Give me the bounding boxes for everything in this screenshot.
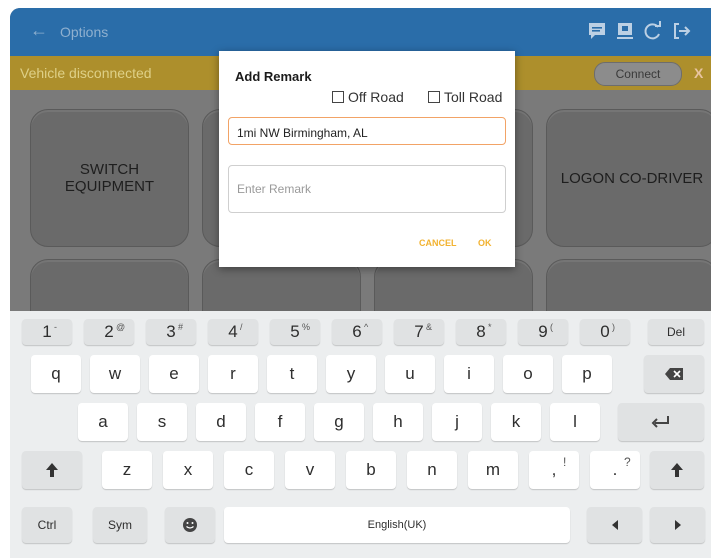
key-0[interactable]: 0) — [580, 319, 630, 345]
key-x[interactable]: x — [163, 451, 213, 489]
on-screen-keyboard: 1- 2 @ 3 # 4/ 5% 6 ^ 7 & 8 * 9( 0) Del q w e … — [10, 311, 711, 558]
backspace-icon — [665, 368, 683, 380]
key-z[interactable]: z — [102, 451, 152, 489]
page-title: Options — [60, 24, 109, 40]
tile-label: LOGON CO-DRIVER — [560, 169, 704, 187]
key-3[interactable]: 3 # — [146, 319, 196, 345]
cursor-left-key[interactable] — [587, 507, 642, 543]
dialog-title: Add Remark — [235, 69, 312, 84]
key-i[interactable]: i — [444, 355, 494, 393]
toll-road-label: Toll Road — [444, 89, 503, 105]
key-d[interactable]: d — [196, 403, 246, 441]
switch-equipment-tile[interactable]: SWITCH EQUIPMENT — [30, 109, 189, 247]
key-c[interactable]: c — [224, 451, 274, 489]
close-bar-button[interactable]: X — [694, 65, 703, 81]
toll-road-checkbox[interactable]: Toll Road — [428, 89, 502, 105]
emoji-key[interactable] — [165, 507, 215, 543]
key-p[interactable]: p — [562, 355, 612, 393]
sym-key[interactable]: Sym — [93, 507, 147, 543]
connect-button[interactable]: Connect — [594, 62, 682, 86]
key-6[interactable]: 6 ^ — [332, 319, 382, 345]
add-remark-dialog: Add Remark Off Road Toll Road 1mi NW Bir… — [219, 51, 515, 267]
key-n[interactable]: n — [407, 451, 457, 489]
key-g[interactable]: g — [314, 403, 364, 441]
device-icon[interactable] — [614, 20, 636, 42]
emoji-icon — [183, 518, 197, 532]
app-bar: ← Options — [10, 8, 711, 56]
key-9[interactable]: 9( — [518, 319, 568, 345]
ok-button[interactable]: OK — [478, 238, 492, 248]
key-w[interactable]: w — [90, 355, 140, 393]
key-j[interactable]: j — [432, 403, 482, 441]
key-8[interactable]: 8 * — [456, 319, 506, 345]
shift-icon — [671, 463, 683, 477]
caret-right-icon — [674, 520, 681, 530]
key-5[interactable]: 5% — [270, 319, 320, 345]
key-q[interactable]: q — [31, 355, 81, 393]
key-y[interactable]: y — [326, 355, 376, 393]
checkbox-icon — [428, 91, 440, 103]
checkbox-icon — [332, 91, 344, 103]
key-period[interactable]: .? — [590, 451, 640, 489]
cursor-right-key[interactable] — [650, 507, 705, 543]
location-input[interactable]: 1mi NW Birmingham, AL — [228, 117, 506, 145]
space-key[interactable]: English(UK) — [224, 507, 570, 543]
key-b[interactable]: b — [346, 451, 396, 489]
key-a[interactable]: a — [78, 403, 128, 441]
key-t[interactable]: t — [267, 355, 317, 393]
ctrl-key[interactable]: Ctrl — [22, 507, 72, 543]
key-7[interactable]: 7 & — [394, 319, 444, 345]
off-road-label: Off Road — [348, 89, 404, 105]
caret-left-icon — [611, 520, 618, 530]
app-frame: ← Options Vehicle disconnected Connect X… — [10, 8, 711, 558]
shift-icon — [46, 463, 58, 477]
tile-label: SWITCH EQUIPMENT — [64, 161, 155, 195]
key-m[interactable]: m — [468, 451, 518, 489]
arrow-left-icon[interactable]: ← — [30, 20, 48, 41]
key-4[interactable]: 4/ — [208, 319, 258, 345]
message-icon[interactable] — [586, 20, 608, 42]
key-f[interactable]: f — [255, 403, 305, 441]
shift-right-key[interactable] — [650, 451, 704, 489]
key-h[interactable]: h — [373, 403, 423, 441]
shift-key[interactable] — [22, 451, 82, 489]
enter-icon — [651, 416, 669, 428]
refresh-icon[interactable] — [642, 20, 664, 42]
key-u[interactable]: u — [385, 355, 435, 393]
cancel-button[interactable]: CANCEL — [419, 238, 457, 248]
vehicle-status-text: Vehicle disconnected — [20, 65, 152, 81]
key-1[interactable]: 1- — [22, 319, 72, 345]
logout-icon[interactable] — [670, 20, 692, 42]
key-l[interactable]: l — [550, 403, 600, 441]
key-2[interactable]: 2 @ — [84, 319, 134, 345]
key-r[interactable]: r — [208, 355, 258, 393]
key-e[interactable]: e — [149, 355, 199, 393]
off-road-checkbox[interactable]: Off Road — [332, 89, 404, 105]
key-s[interactable]: s — [137, 403, 187, 441]
delete-key[interactable]: Del — [648, 319, 704, 345]
key-o[interactable]: o — [503, 355, 553, 393]
backspace-key[interactable] — [644, 355, 704, 393]
key-k[interactable]: k — [491, 403, 541, 441]
key-comma[interactable]: ,! — [529, 451, 579, 489]
enter-key[interactable] — [618, 403, 704, 441]
remark-input[interactable]: Enter Remark — [228, 165, 506, 213]
key-v[interactable]: v — [285, 451, 335, 489]
logon-codriver-tile[interactable]: LOGON CO-DRIVER — [546, 109, 711, 247]
